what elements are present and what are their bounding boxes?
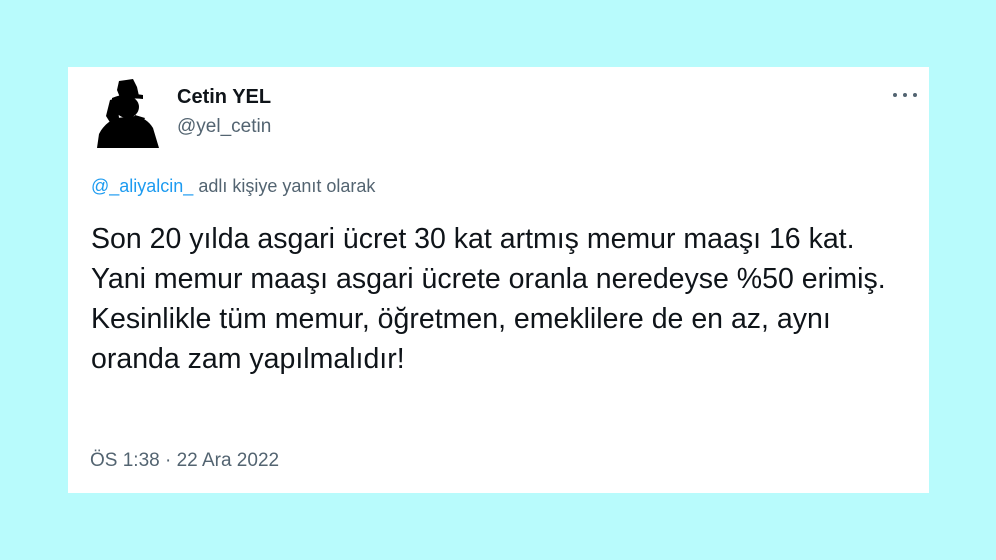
more-horizontal-icon (893, 93, 897, 97)
more-options-button[interactable] (893, 85, 917, 105)
user-handle[interactable]: @yel_cetin (177, 115, 271, 139)
display-name[interactable]: Cetin YEL (177, 85, 271, 109)
silhouette-avatar-icon (97, 79, 159, 148)
avatar[interactable] (93, 78, 163, 148)
tweet-card: Cetin YEL @yel_cetin @_aliyalcin_ adlı k… (68, 67, 929, 493)
reply-context-label: adlı kişiye yanıt olarak (198, 176, 376, 196)
reply-mention-link[interactable]: @_aliyalcin_ (91, 176, 193, 196)
tweet-text: Son 20 yılda asgari ücret 30 kat artmış … (91, 223, 886, 375)
reply-context: @_aliyalcin_ adlı kişiye yanıt olarak (91, 175, 375, 197)
tweet-timestamp[interactable]: ÖS 1:38 · 22 Ara 2022 (90, 449, 279, 473)
